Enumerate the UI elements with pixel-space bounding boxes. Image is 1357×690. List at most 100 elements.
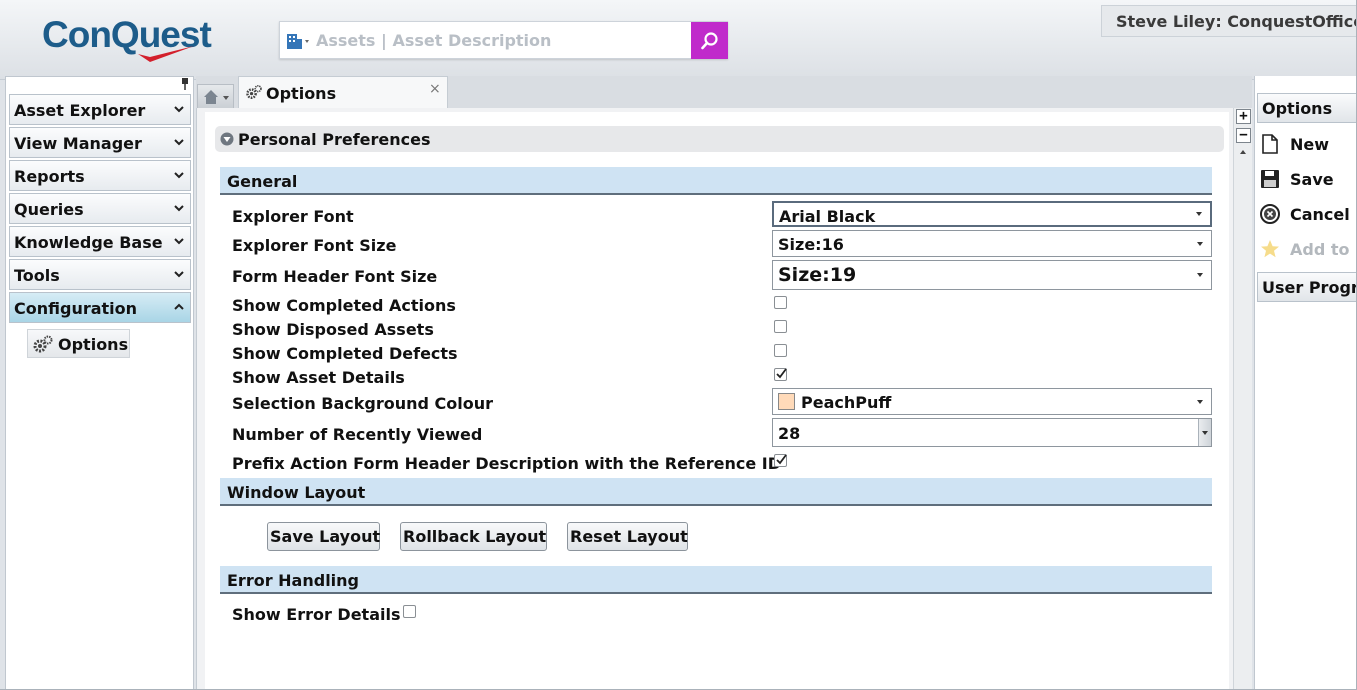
chevron-down-icon <box>174 106 184 113</box>
show-completed-actions-checkbox[interactable] <box>774 296 787 309</box>
scroll-up-icon[interactable] <box>1240 150 1246 154</box>
search-icon <box>700 31 718 49</box>
section-general: General <box>220 167 1212 195</box>
tab-home[interactable] <box>197 84 234 110</box>
tab-options[interactable]: Options × <box>238 76 448 108</box>
new-action[interactable]: New <box>1259 132 1357 158</box>
dropdown-arrow-icon <box>1196 212 1202 216</box>
rollback-layout-button[interactable]: Rollback Layout <box>400 522 547 551</box>
user-programs-header[interactable]: User Programs <box>1257 272 1357 302</box>
user-programs-header-label: User Programs <box>1262 278 1357 297</box>
section-window-layout: Window Layout <box>220 478 1212 506</box>
selection-background-colour-label: Selection Background Colour <box>232 394 494 413</box>
personal-preferences-header[interactable]: Personal Preferences <box>215 126 1224 152</box>
explorer-font-value: Arial Black <box>779 207 876 226</box>
user-info[interactable]: Steve Liley: ConquestOffice <box>1101 5 1357 37</box>
selection-background-colour-value: PeachPuff <box>801 393 892 412</box>
form-header-font-size-value: Size:19 <box>778 264 857 286</box>
home-icon <box>204 90 229 104</box>
right-action-panel: Options New Save Cancel Add to Favourite… <box>1254 76 1357 690</box>
nav-sub-item-options[interactable]: Options <box>27 329 130 358</box>
floppy-disk-icon <box>1261 170 1279 188</box>
explorer-font-label: Explorer Font <box>232 207 354 226</box>
section-title: Window Layout <box>227 483 366 502</box>
search-bar[interactable] <box>279 21 728 59</box>
nav-view-manager[interactable]: View Manager <box>9 127 191 158</box>
nav-configuration[interactable]: Configuration <box>9 292 191 323</box>
show-error-details-label: Show Error Details <box>232 605 401 624</box>
expand-all-button[interactable]: + <box>1236 109 1251 124</box>
nav-item-label: Reports <box>14 167 85 186</box>
save-action[interactable]: Save <box>1259 167 1357 193</box>
search-input[interactable] <box>316 22 688 58</box>
options-form: Personal Preferences General Explorer Fo… <box>205 112 1229 690</box>
show-error-details-checkbox[interactable] <box>403 605 416 618</box>
nav-item-label: Knowledge Base <box>14 233 163 252</box>
star-icon <box>1261 240 1279 258</box>
nav-reports[interactable]: Reports <box>9 160 191 191</box>
actions-header-label: Options <box>1262 99 1333 118</box>
gears-icon <box>33 335 53 353</box>
chevron-down-icon <box>174 139 184 146</box>
spinner-arrow-icon <box>1202 431 1208 435</box>
explorer-font-size-value: Size:16 <box>778 235 844 254</box>
tab-bar: Options × <box>196 76 1252 110</box>
building-icon[interactable] <box>286 31 310 51</box>
checkmark-icon <box>776 368 787 379</box>
collapse-circle-icon[interactable] <box>220 132 234 146</box>
show-completed-actions-label: Show Completed Actions <box>232 296 456 315</box>
prefix-action-checkbox[interactable] <box>774 454 787 467</box>
recently-viewed-label: Number of Recently Viewed <box>232 425 483 444</box>
top-header: ConQuest Steve Liley: ConquestOffice <box>0 0 1357 80</box>
nav-asset-explorer[interactable]: Asset Explorer <box>9 94 191 125</box>
show-asset-details-label: Show Asset Details <box>232 368 405 387</box>
show-asset-details-checkbox[interactable] <box>774 368 787 381</box>
chevron-down-icon <box>174 205 184 212</box>
nav-item-label: Configuration <box>14 299 138 318</box>
form-header-font-size-select[interactable]: Size:19 <box>772 260 1212 290</box>
nav-tools[interactable]: Tools <box>9 259 191 290</box>
nav-item-label: View Manager <box>14 134 142 153</box>
main-content-area: Personal Preferences General Explorer Fo… <box>196 108 1252 690</box>
selection-background-colour-select[interactable]: PeachPuff <box>772 388 1212 415</box>
explorer-font-size-label: Explorer Font Size <box>232 236 397 255</box>
actions-header[interactable]: Options <box>1257 93 1357 123</box>
show-disposed-assets-checkbox[interactable] <box>774 320 787 333</box>
colour-swatch <box>778 393 795 410</box>
explorer-font-select[interactable]: Arial Black <box>772 201 1212 227</box>
nav-item-label: Queries <box>14 200 84 219</box>
add-to-favourites-action[interactable]: Add to Favourites <box>1259 237 1357 263</box>
checkmark-icon <box>776 454 787 465</box>
dropdown-arrow-icon <box>1197 241 1203 246</box>
section-title: Error Handling <box>227 571 360 590</box>
chevron-down-icon <box>174 172 184 179</box>
spinner-button[interactable] <box>1198 419 1211 446</box>
show-disposed-assets-label: Show Disposed Assets <box>232 320 434 339</box>
prefix-action-label: Prefix Action Form Header Description wi… <box>232 454 782 473</box>
left-navigation-panel: Asset Explorer View Manager Reports Quer… <box>5 76 194 690</box>
show-completed-defects-checkbox[interactable] <box>774 344 787 357</box>
nav-queries[interactable]: Queries <box>9 193 191 224</box>
chevron-down-icon <box>174 238 184 245</box>
vertical-scrollbar[interactable]: + − <box>1233 108 1252 690</box>
action-label: Add to Favourites <box>1290 240 1357 259</box>
collapse-all-button[interactable]: − <box>1236 128 1251 143</box>
nav-knowledge-base[interactable]: Knowledge Base <box>9 226 191 257</box>
close-icon[interactable]: × <box>429 81 441 97</box>
new-document-icon <box>1262 134 1278 154</box>
reset-layout-button[interactable]: Reset Layout <box>567 522 688 551</box>
user-display-name: Steve Liley: ConquestOffice <box>1116 12 1357 31</box>
chevron-down-icon <box>174 271 184 278</box>
chevron-up-icon <box>174 303 184 310</box>
explorer-font-size-select[interactable]: Size:16 <box>772 230 1212 257</box>
action-label: Save <box>1290 170 1334 189</box>
nav-item-label: Asset Explorer <box>14 101 146 120</box>
save-layout-button[interactable]: Save Layout <box>267 522 380 551</box>
search-button[interactable] <box>691 22 728 59</box>
gears-icon <box>246 85 262 99</box>
cancel-action[interactable]: Cancel <box>1259 202 1357 228</box>
pin-icon[interactable] <box>181 78 189 90</box>
dropdown-arrow-icon <box>1197 399 1203 404</box>
nav-sub-item-label: Options <box>58 335 129 354</box>
recently-viewed-spinner[interactable]: 28 <box>772 418 1212 447</box>
